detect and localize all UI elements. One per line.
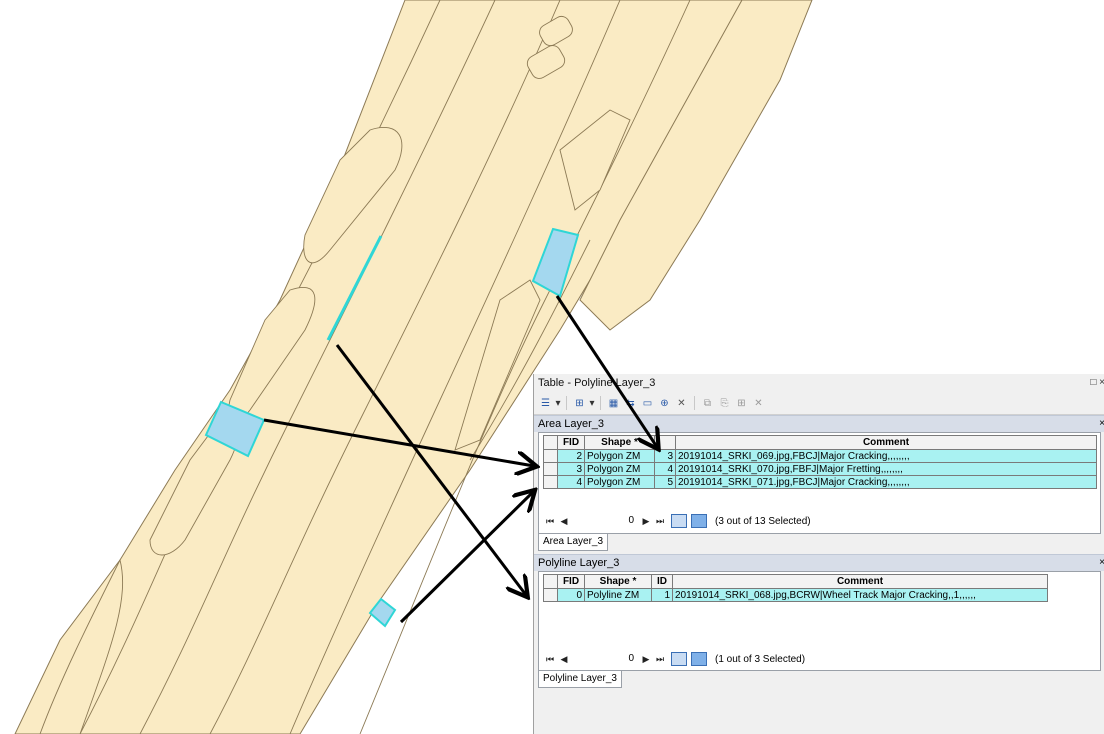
cell-fid[interactable]: 3 xyxy=(557,462,585,476)
area-tab-strip: Area Layer_3 xyxy=(534,534,1104,554)
tab-area-layer[interactable]: Area Layer_3 xyxy=(538,534,609,551)
table-row[interactable]: 2 Polygon ZM 3 20191014_SRKI_069.jpg,FBC… xyxy=(543,449,1097,463)
zoom-to-selected-icon[interactable]: ⊕ xyxy=(657,396,672,411)
delete-selected-icon[interactable]: ✕ xyxy=(674,396,689,411)
table-row[interactable]: 4 Polygon ZM 5 20191014_SRKI_071.jpg,FBC… xyxy=(543,475,1097,489)
cell-id[interactable]: 4 xyxy=(654,462,676,476)
cell-comment[interactable]: 20191014_SRKI_070.jpg,FBFJ|Major Frettin… xyxy=(675,462,1097,476)
show-selected-records-button[interactable] xyxy=(691,514,707,528)
column-header-fid[interactable]: FID xyxy=(557,435,585,450)
dropdown-icon[interactable]: ▾ xyxy=(555,396,561,411)
add-field-icon[interactable]: ⊞ xyxy=(734,396,749,411)
column-header-shape[interactable]: Shape * xyxy=(584,435,655,450)
last-record-button[interactable]: ⏭ xyxy=(653,516,667,527)
previous-record-button[interactable]: ◀ xyxy=(557,654,571,665)
cell-fid[interactable]: 2 xyxy=(557,449,585,463)
column-header-id[interactable] xyxy=(654,435,676,450)
tab-polyline-layer[interactable]: Polyline Layer_3 xyxy=(538,671,622,688)
cell-comment[interactable]: 20191014_SRKI_071.jpg,FBCJ|Major Crackin… xyxy=(675,475,1097,489)
attribute-table-window[interactable]: Table - Polyline Layer_3 □ × ☰ ▾ ⊞ ▾ ▦ ⇆… xyxy=(533,374,1104,734)
dropdown-icon[interactable]: ▾ xyxy=(589,396,595,411)
clear-selection-icon[interactable]: ▭ xyxy=(640,396,655,411)
cell-shape[interactable]: Polygon ZM xyxy=(584,462,655,476)
table-row[interactable]: 3 Polygon ZM 4 20191014_SRKI_070.jpg,FBF… xyxy=(543,462,1097,476)
next-record-button[interactable]: ▶ xyxy=(639,654,653,665)
area-layer-header: Area Layer_3 × xyxy=(534,415,1104,432)
record-number-input[interactable]: 0 xyxy=(573,514,637,528)
next-record-button[interactable]: ▶ xyxy=(639,516,653,527)
window-buttons: □ × xyxy=(1090,374,1104,392)
row-selector-header[interactable] xyxy=(543,574,558,589)
row-selector[interactable] xyxy=(543,588,558,602)
close-icon[interactable]: × xyxy=(1099,416,1104,432)
row-selector-header[interactable] xyxy=(543,435,558,450)
first-record-button[interactable]: ⏮ xyxy=(543,654,557,665)
column-header-comment[interactable]: Comment xyxy=(675,435,1097,450)
polyline-tab-strip: Polyline Layer_3 xyxy=(534,671,1104,691)
show-all-records-button[interactable] xyxy=(671,652,687,666)
column-header-comment[interactable]: Comment xyxy=(672,574,1048,589)
row-selector[interactable] xyxy=(543,462,558,476)
row-selector[interactable] xyxy=(543,449,558,463)
cell-id[interactable]: 5 xyxy=(654,475,676,489)
polyline-record-navigator: ⏮ ◀ 0 ▶ ⏭ (1 out of 3 Selected) xyxy=(543,649,805,669)
show-selected-records-button[interactable] xyxy=(691,652,707,666)
column-header-id[interactable]: ID xyxy=(651,574,673,589)
table-options-icon[interactable]: ☰ xyxy=(538,396,553,411)
selection-count: (3 out of 13 Selected) xyxy=(715,515,811,527)
cell-shape[interactable]: Polyline ZM xyxy=(584,588,652,602)
cell-comment[interactable]: 20191014_SRKI_068.jpg,BCRW|Wheel Track M… xyxy=(672,588,1048,602)
cell-id[interactable]: 3 xyxy=(654,449,676,463)
table-toolbar: ☰ ▾ ⊞ ▾ ▦ ⇆ ▭ ⊕ ✕ ⧉ ⎘ ⊞ ✕ xyxy=(534,392,1104,415)
last-record-button[interactable]: ⏭ xyxy=(653,654,667,665)
column-header-shape[interactable]: Shape * xyxy=(584,574,652,589)
column-header-fid[interactable]: FID xyxy=(557,574,585,589)
related-tables-icon[interactable]: ⊞ xyxy=(572,396,587,411)
toolbar-separator xyxy=(600,396,601,410)
show-all-records-button[interactable] xyxy=(671,514,687,528)
close-icon[interactable]: × xyxy=(1099,555,1104,571)
row-selector[interactable] xyxy=(543,475,558,489)
polyline-layer-header: Polyline Layer_3 × xyxy=(534,554,1104,571)
previous-record-button[interactable]: ◀ xyxy=(557,516,571,527)
select-by-attributes-icon[interactable]: ▦ xyxy=(606,396,621,411)
area-record-navigator: ⏮ ◀ 0 ▶ ⏭ (3 out of 13 Selected) xyxy=(543,511,811,531)
polyline-layer-title: Polyline Layer_3 xyxy=(538,557,620,569)
first-record-button[interactable]: ⏮ xyxy=(543,516,557,527)
area-layer-title: Area Layer_3 xyxy=(538,418,605,430)
toolbar-separator xyxy=(566,396,567,410)
polyline-attribute-table: FID Shape * ID Comment 0 Polyline ZM 1 2… xyxy=(543,574,1048,602)
table-row[interactable]: 0 Polyline ZM 1 20191014_SRKI_068.jpg,BC… xyxy=(543,588,1048,602)
toolbar-separator xyxy=(694,396,695,410)
window-title: Table - Polyline Layer_3 xyxy=(538,377,656,389)
restore-icon[interactable]: □ xyxy=(1090,377,1096,388)
copy-icon[interactable]: ⧉ xyxy=(700,396,715,411)
cell-comment[interactable]: 20191014_SRKI_069.jpg,FBCJ|Major Crackin… xyxy=(675,449,1097,463)
record-number-input[interactable]: 0 xyxy=(573,652,637,666)
cell-shape[interactable]: Polygon ZM xyxy=(584,475,655,489)
cell-fid[interactable]: 4 xyxy=(557,475,585,489)
switch-selection-icon[interactable]: ⇆ xyxy=(623,396,638,411)
delete-field-icon[interactable]: ✕ xyxy=(751,396,766,411)
area-attribute-table: FID Shape * Comment 2 Polygon ZM 3 20191… xyxy=(543,435,1097,489)
window-title-bar[interactable]: Table - Polyline Layer_3 □ × xyxy=(534,374,1104,392)
polyline-table-grid: FID Shape * ID Comment 0 Polyline ZM 1 2… xyxy=(538,571,1101,671)
close-icon[interactable]: × xyxy=(1099,377,1104,388)
cell-shape[interactable]: Polygon ZM xyxy=(584,449,655,463)
selection-count: (1 out of 3 Selected) xyxy=(715,653,806,665)
cell-id[interactable]: 1 xyxy=(651,588,673,602)
paste-icon[interactable]: ⎘ xyxy=(717,396,732,411)
area-table-grid: FID Shape * Comment 2 Polygon ZM 3 20191… xyxy=(538,432,1101,534)
cell-fid[interactable]: 0 xyxy=(557,588,585,602)
